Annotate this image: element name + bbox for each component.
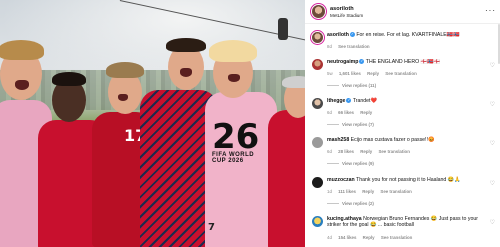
- see-translation-button[interactable]: See translation: [378, 149, 409, 154]
- commenter-username[interactable]: muzzoczan: [327, 177, 355, 183]
- commenter-avatar[interactable]: [312, 216, 323, 227]
- comment-text: Trandet❤️: [352, 98, 377, 104]
- verified-badge-icon: ✓: [359, 59, 365, 65]
- likes-count[interactable]: 28 likes: [338, 149, 354, 154]
- comment-age: 1d: [327, 189, 332, 194]
- reply-button[interactable]: Reply: [360, 110, 372, 115]
- likes-count[interactable]: 111 likes: [338, 189, 356, 194]
- comments-panel: asoriloth MetLife Stadium ··· asoriloth ✓…: [305, 0, 500, 247]
- world-cup-logo: 26 FIFA WORLD CUP 2026: [212, 117, 260, 164]
- post-photo[interactable]: 17 26 FIFA WORLD CUP 2026 7: [0, 0, 305, 247]
- post-location[interactable]: MetLife Stadium: [330, 13, 363, 18]
- reply-button[interactable]: Reply: [367, 71, 379, 76]
- view-replies-button[interactable]: View replies (9): [327, 161, 374, 166]
- verified-badge-icon: ✓: [346, 98, 352, 104]
- reply-button[interactable]: Reply: [362, 189, 374, 194]
- see-translation-button[interactable]: See translation: [338, 44, 369, 49]
- like-heart-icon[interactable]: ♡: [490, 180, 495, 187]
- likes-count[interactable]: 66 likes: [338, 110, 354, 115]
- commenter-avatar[interactable]: [312, 32, 323, 43]
- reply-button[interactable]: Reply: [363, 235, 375, 240]
- likes-count[interactable]: 154 likes: [338, 235, 356, 240]
- commenter-username[interactable]: lthegge: [327, 98, 345, 104]
- commenter-avatar[interactable]: [312, 59, 323, 70]
- comment-age: 5w: [327, 71, 333, 76]
- comment-text: THE ENGLAND HERO 🏴󠁧󠁢󠁥󠁮󠁧󠁿🇳🇴🏴󠁧󠁢󠁥󠁮󠁧󠁿: [365, 59, 440, 65]
- view-replies-button[interactable]: View replies (11): [327, 83, 376, 88]
- comment-meta: 6d 66 likes Reply: [327, 110, 377, 115]
- like-heart-icon[interactable]: ♡: [490, 62, 495, 69]
- see-translation-button[interactable]: See translation: [381, 235, 412, 240]
- comment-text: For en reise. For et lag. KVARTFINALE🇳🇴🇳…: [356, 32, 460, 38]
- jersey-number-7: 7: [208, 222, 215, 233]
- author-avatar[interactable]: [312, 5, 325, 18]
- comment-text: Ecijo mas custava fazer o passe!!😡: [350, 137, 435, 143]
- like-heart-icon[interactable]: ♡: [490, 140, 495, 147]
- comment-meta: 6d 28 likes Reply See translation: [327, 149, 415, 154]
- view-replies-button[interactable]: View replies (2): [327, 201, 374, 206]
- post-header: asoriloth MetLife Stadium ···: [305, 0, 500, 24]
- verified-badge-icon: ✓: [349, 32, 355, 38]
- reply-button[interactable]: Reply: [360, 149, 372, 154]
- comment-age: 6d: [327, 110, 332, 115]
- see-translation-button[interactable]: See translation: [380, 189, 411, 194]
- spider-camera: [278, 18, 288, 40]
- comment-meta: 4d 154 likes Reply See translation: [327, 235, 417, 240]
- like-heart-icon[interactable]: ♡: [490, 219, 495, 226]
- comment-age: 8d: [327, 44, 332, 49]
- commenter-avatar[interactable]: [312, 98, 323, 109]
- like-heart-icon[interactable]: ♡: [490, 101, 495, 108]
- commenter-avatar[interactable]: [312, 177, 323, 188]
- comment-meta: 8d See translation: [327, 44, 375, 49]
- more-options-icon[interactable]: ···: [485, 6, 496, 15]
- comment-meta: 1d 111 likes Reply See translation: [327, 189, 417, 194]
- comment-text: Thank you for not passing it to Haaland …: [356, 177, 461, 183]
- commenter-avatar[interactable]: [312, 137, 323, 148]
- see-translation-button[interactable]: See translation: [385, 71, 416, 76]
- likes-count[interactable]: 1,601 likes: [339, 71, 361, 76]
- commenter-username[interactable]: asoriloth: [327, 32, 349, 38]
- commenter-username[interactable]: neutrogaimp: [327, 59, 358, 65]
- comment-meta: 5w 1,601 likes Reply See translation: [327, 71, 422, 76]
- commenter-username[interactable]: mash258: [327, 137, 349, 143]
- view-replies-button[interactable]: View replies (7): [327, 122, 374, 127]
- comment-age: 6d: [327, 149, 332, 154]
- comment-age: 4d: [327, 235, 332, 240]
- author-username[interactable]: asoriloth: [330, 6, 354, 12]
